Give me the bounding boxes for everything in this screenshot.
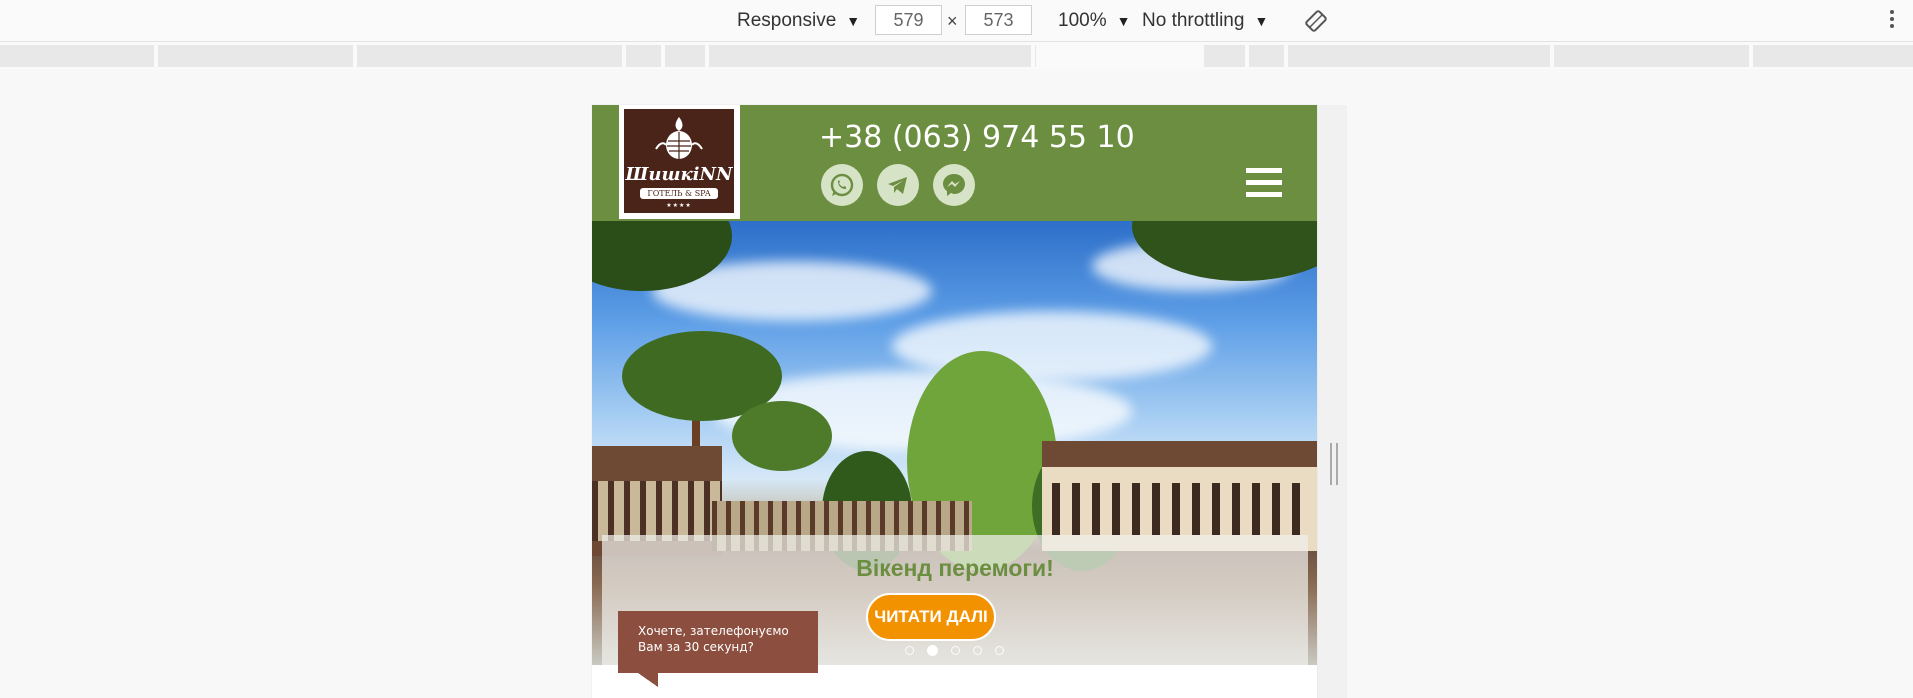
- slider-dot[interactable]: [905, 646, 914, 655]
- media-query-segment[interactable]: [709, 45, 1031, 67]
- messenger-icon: [943, 174, 965, 196]
- hotel-windows: [592, 481, 722, 541]
- zoom-label: 100%: [1058, 10, 1107, 31]
- media-query-bar: [0, 42, 1913, 69]
- whatsapp-icon: [830, 173, 854, 197]
- slider-dot[interactable]: [951, 646, 960, 655]
- whatsapp-button[interactable]: [821, 164, 863, 206]
- media-query-segment[interactable]: [0, 45, 154, 67]
- dimension-separator: ×: [947, 11, 958, 31]
- media-query-segment[interactable]: [626, 45, 661, 67]
- device-viewport: ШишкiNN ГОТЕЛЬ & SPA ★★★★ +38 (063) 974 …: [592, 105, 1317, 698]
- media-query-segment[interactable]: [1249, 45, 1284, 67]
- throttling-label: No throttling: [1142, 10, 1245, 31]
- throttling-select[interactable]: No throttling ▼: [1142, 9, 1268, 33]
- media-query-segment[interactable]: [1288, 45, 1550, 67]
- media-query-segment[interactable]: [1035, 45, 1036, 67]
- media-query-segment[interactable]: [665, 45, 705, 67]
- phone-link[interactable]: +38 (063) 974 55 10: [819, 120, 1135, 155]
- viewport-resize-handle[interactable]: [1330, 443, 1338, 485]
- hero-title: Вікенд перемоги!: [856, 555, 1054, 581]
- chevron-down-icon: ▼: [846, 13, 861, 29]
- chevron-down-icon: ▼: [1254, 13, 1269, 29]
- messenger-button[interactable]: [933, 164, 975, 206]
- callback-line-2: Вам за 30 секунд?: [638, 640, 754, 654]
- site-header: ШишкiNN ГОТЕЛЬ & SPA ★★★★ +38 (063) 974 …: [592, 105, 1317, 221]
- slider-dot[interactable]: [995, 646, 1004, 655]
- pinecone-icon: [655, 117, 703, 159]
- read-more-button[interactable]: ЧИТАТИ ДАЛІ: [866, 593, 996, 641]
- media-query-segment[interactable]: [1554, 45, 1749, 67]
- slider-dot[interactable]: [973, 646, 982, 655]
- telegram-icon: [888, 177, 907, 194]
- logo-badge: ШишкiNN ГОТЕЛЬ & SPA ★★★★: [624, 109, 734, 213]
- callback-tail: [638, 673, 658, 687]
- site-logo[interactable]: ШишкiNN ГОТЕЛЬ & SPA ★★★★: [619, 105, 740, 219]
- slider-dot-active[interactable]: [927, 645, 938, 656]
- device-mode-label: Responsive: [737, 10, 837, 31]
- viewport-gutter: [1317, 105, 1347, 698]
- logo-name: ШишкiNN: [625, 164, 733, 185]
- hero-slider: Вікенд перемоги! ЧИТАТИ ДАЛІ: [592, 221, 1317, 665]
- device-mode-select[interactable]: Responsive ▼: [737, 9, 860, 33]
- more-options-icon[interactable]: [1889, 10, 1895, 32]
- height-input[interactable]: 573: [965, 5, 1032, 35]
- chevron-down-icon: ▼: [1116, 13, 1131, 29]
- telegram-button[interactable]: [877, 164, 919, 206]
- media-query-segment[interactable]: [1204, 45, 1245, 67]
- device-toolbar: Responsive ▼ 579 × 573 100% ▼ No throttlin…: [0, 0, 1913, 42]
- rotate-icon[interactable]: [1305, 10, 1327, 32]
- pine-tree: [732, 401, 832, 471]
- width-input[interactable]: 579: [875, 5, 942, 35]
- logo-stars: ★★★★: [666, 202, 692, 209]
- media-query-segment[interactable]: [158, 45, 353, 67]
- media-query-segment[interactable]: [357, 45, 622, 67]
- media-query-segment[interactable]: [1753, 45, 1913, 67]
- hamburger-menu-icon[interactable]: [1246, 168, 1282, 200]
- hotel-windows: [1052, 483, 1307, 535]
- zoom-select[interactable]: 100% ▼: [1058, 9, 1130, 33]
- callback-widget[interactable]: Хочете, зателефонуємо Вам за 30 секунд?: [618, 611, 818, 673]
- hotel-roof: [1042, 441, 1317, 467]
- callback-line-1: Хочете, зателефонуємо: [638, 624, 789, 638]
- logo-subtitle: ГОТЕЛЬ & SPA: [640, 188, 718, 199]
